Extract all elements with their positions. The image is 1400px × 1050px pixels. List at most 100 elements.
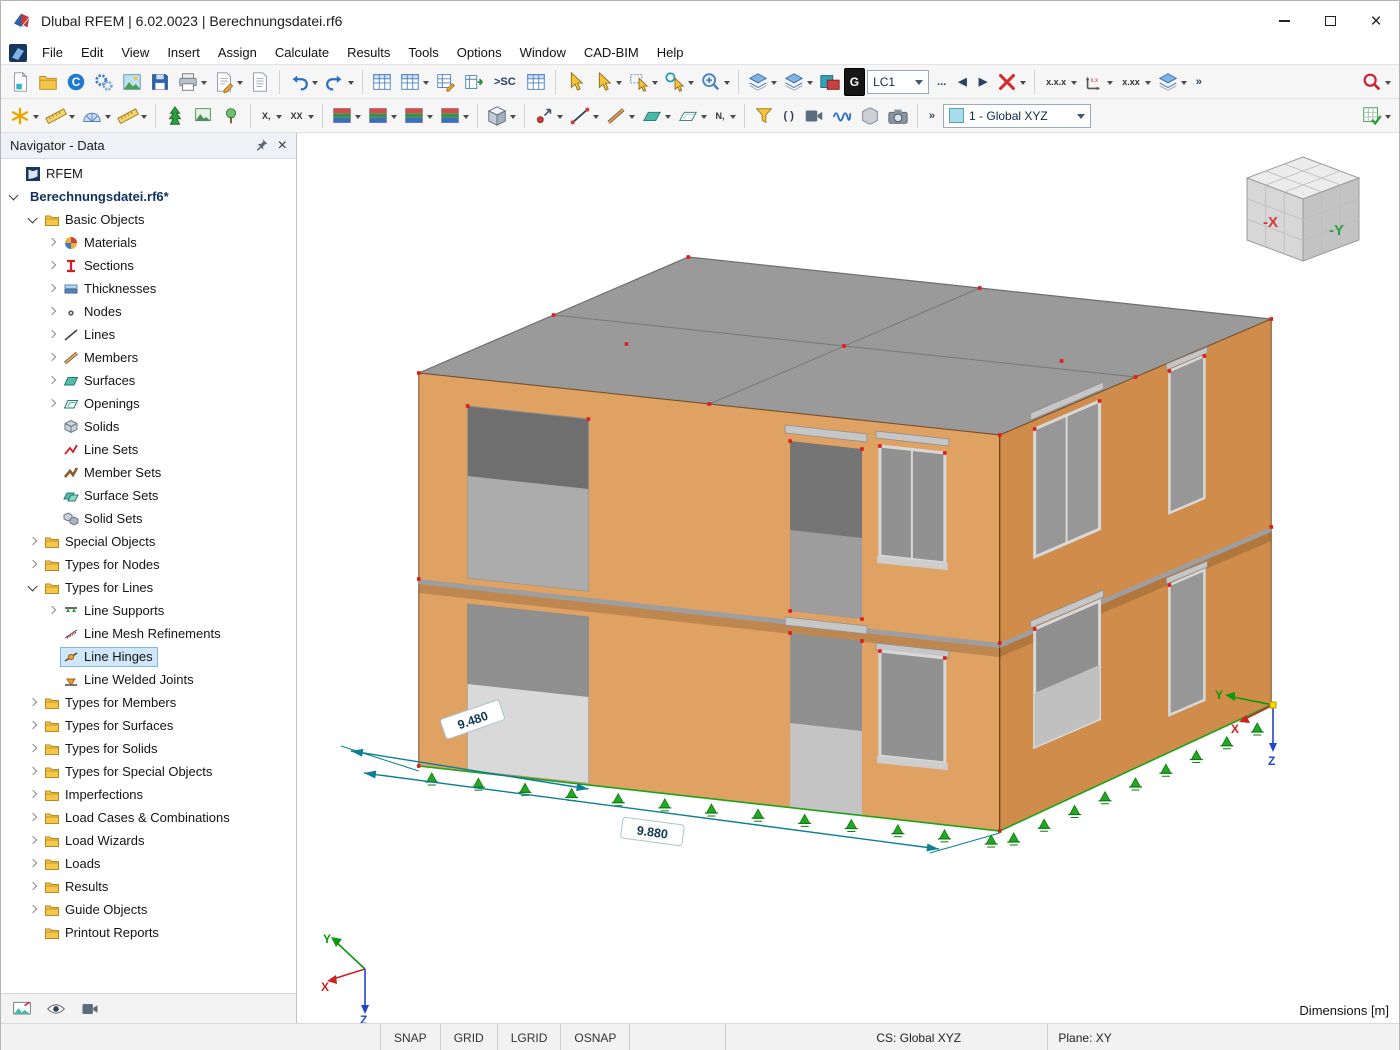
- chevron-collapsed-icon[interactable]: [26, 718, 41, 733]
- menu-edit[interactable]: Edit: [72, 42, 112, 63]
- print-button[interactable]: [174, 68, 210, 96]
- tree-item-basic-objects[interactable]: Basic Objects: [1, 208, 296, 231]
- new-model-button[interactable]: [6, 68, 34, 96]
- tree-item-nodes[interactable]: Nodes: [1, 300, 296, 323]
- tree-item-materials[interactable]: Materials: [1, 231, 296, 254]
- menu-results[interactable]: Results: [338, 42, 399, 63]
- chevron-collapsed-icon[interactable]: [45, 350, 60, 365]
- menu-view[interactable]: View: [112, 42, 158, 63]
- tree-item-rfem[interactable]: RFEM: [1, 162, 296, 185]
- menu-window[interactable]: Window: [511, 42, 575, 63]
- chevron-collapsed-icon[interactable]: [26, 695, 41, 710]
- tree-item-line-welded-joints[interactable]: Line Welded Joints: [1, 668, 296, 691]
- work-plane-select[interactable]: 1 - Global XYZ: [943, 103, 1092, 128]
- menu-assign[interactable]: Assign: [209, 42, 266, 63]
- report-button[interactable]: [246, 68, 274, 96]
- chevron-collapsed-icon[interactable]: [26, 787, 41, 802]
- tree-item-line-mesh-refinements[interactable]: Line Mesh Refinements: [1, 622, 296, 645]
- display-layers-button[interactable]: [1154, 68, 1190, 96]
- numbering-nodes-button[interactable]: x.x.x: [1040, 68, 1080, 96]
- tree-item-openings[interactable]: Openings: [1, 392, 296, 415]
- close-navigator-icon[interactable]: ×: [278, 137, 287, 154]
- tree-item-line-hinges[interactable]: Line Hinges: [1, 645, 296, 668]
- render-wireframe-button[interactable]: [436, 102, 472, 130]
- partial-view-swatch-button[interactable]: [816, 68, 844, 96]
- insert-opening-button[interactable]: [674, 102, 710, 130]
- tree-item-types-for-surfaces[interactable]: Types for Surfaces: [1, 714, 296, 737]
- tree-item-sections[interactable]: Sections: [1, 254, 296, 277]
- tree-item-types-for-members[interactable]: Types for Members: [1, 691, 296, 714]
- guide-lines-button[interactable]: [744, 68, 780, 96]
- previous-load-case-button[interactable]: ◀: [952, 68, 972, 96]
- tree-item-thicknesses[interactable]: Thicknesses: [1, 277, 296, 300]
- tree-item-types-for-solids[interactable]: Types for Solids: [1, 737, 296, 760]
- chevron-expanded-icon[interactable]: [7, 189, 22, 204]
- guide-objects-button[interactable]: [161, 102, 189, 130]
- tree-item-results[interactable]: Results: [1, 875, 296, 898]
- table-layout-button[interactable]: [396, 68, 432, 96]
- status-toggle-osnap[interactable]: OSNAP: [561, 1024, 631, 1050]
- menu-help[interactable]: Help: [648, 42, 693, 63]
- save-button[interactable]: [146, 68, 174, 96]
- chevron-collapsed-icon[interactable]: [45, 396, 60, 411]
- menu-file[interactable]: File: [33, 42, 72, 63]
- tree-item-special-objects[interactable]: Special Objects: [1, 530, 296, 553]
- minimize-button[interactable]: [1261, 1, 1307, 41]
- tree-item-types-for-special-objects[interactable]: Types for Special Objects: [1, 760, 296, 783]
- insert-member-button[interactable]: [602, 102, 638, 130]
- tree-item-types-for-nodes[interactable]: Types for Nodes: [1, 553, 296, 576]
- display-results-button[interactable]: [328, 102, 364, 130]
- select-pointer-button[interactable]: [561, 68, 589, 96]
- show-tables-button[interactable]: [368, 68, 396, 96]
- mesh-settings-button[interactable]: [1358, 102, 1394, 130]
- insert-line-button[interactable]: [566, 102, 602, 130]
- chevron-collapsed-icon[interactable]: [26, 833, 41, 848]
- building-model[interactable]: [416, 256, 1274, 832]
- chevron-collapsed-icon[interactable]: [45, 235, 60, 250]
- render-video-button[interactable]: [800, 102, 828, 130]
- numbering-axes-button[interactable]: x.x: [1080, 68, 1116, 96]
- render-solid-button[interactable]: [364, 102, 400, 130]
- view-cube[interactable]: -X -Y: [1241, 153, 1365, 265]
- menu-options[interactable]: Options: [448, 42, 511, 63]
- tree-item-load-cases-combinations[interactable]: Load Cases & Combinations: [1, 806, 296, 829]
- chevron-expanded-icon[interactable]: [26, 580, 41, 595]
- undo-button[interactable]: [285, 68, 321, 96]
- chevron-collapsed-icon[interactable]: [45, 304, 60, 319]
- tree-item-surface-sets[interactable]: Surface Sets: [1, 484, 296, 507]
- tree-item-members[interactable]: Members: [1, 346, 296, 369]
- export-table-button[interactable]: [460, 68, 488, 96]
- generate-button[interactable]: [114, 102, 150, 130]
- status-toggle-lgrid[interactable]: LGRID: [498, 1024, 562, 1050]
- chevron-collapsed-icon[interactable]: [26, 764, 41, 779]
- tree-item-line-supports[interactable]: Line Supports: [1, 599, 296, 622]
- menu-calculate[interactable]: Calculate: [266, 42, 338, 63]
- chevron-collapsed-icon[interactable]: [26, 810, 41, 825]
- select-window-button[interactable]: [625, 68, 661, 96]
- numbering-xx-button[interactable]: XX: [285, 102, 317, 130]
- influence-line-button[interactable]: [828, 102, 856, 130]
- sc-shortcut-button[interactable]: >SC: [488, 68, 522, 96]
- load-case-select[interactable]: LC1: [867, 69, 930, 94]
- select-criteria-button[interactable]: [661, 68, 697, 96]
- edit-objects-button[interactable]: [42, 102, 78, 130]
- chevron-collapsed-icon[interactable]: [26, 856, 41, 871]
- tab-data[interactable]: [9, 997, 35, 1021]
- chevron-collapsed-icon[interactable]: [45, 603, 60, 618]
- load-case-browse-button[interactable]: ...: [931, 68, 952, 96]
- tree-item-solid-sets[interactable]: Solid Sets: [1, 507, 296, 530]
- toolbar-overflow-1-button[interactable]: »: [1190, 68, 1208, 96]
- g-grid-toggle-button[interactable]: G: [843, 67, 866, 96]
- chevron-collapsed-icon[interactable]: [26, 902, 41, 917]
- tree-item-loads[interactable]: Loads: [1, 852, 296, 875]
- status-toggle-snap[interactable]: SNAP: [381, 1024, 441, 1050]
- numbering-x-button[interactable]: X,: [256, 102, 285, 130]
- delete-loads-button[interactable]: [993, 68, 1029, 96]
- numbering-n-button[interactable]: N,: [710, 102, 739, 130]
- panel-manager-button[interactable]: [118, 68, 146, 96]
- snap-grid-button[interactable]: [780, 68, 816, 96]
- insert-node-button[interactable]: [530, 102, 566, 130]
- next-load-case-button[interactable]: ▶: [973, 68, 993, 96]
- dlubal-center-button[interactable]: C: [62, 68, 90, 96]
- tree-item-surfaces[interactable]: Surfaces: [1, 369, 296, 392]
